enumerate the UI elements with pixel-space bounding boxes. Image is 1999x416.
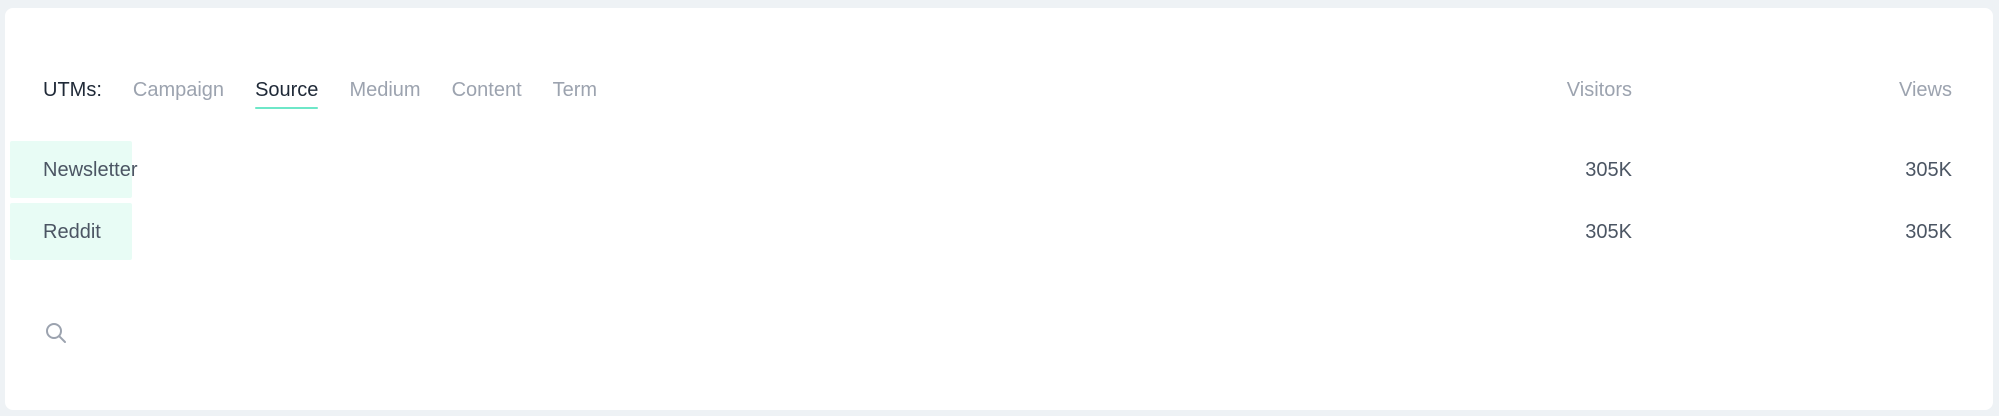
visitors-column-header: Visitors [1566,79,1632,101]
utm-tabs: Campaign Source Medium Content Term [133,77,628,109]
utm-source-list: Newsletter 305K 305K Reddit 305K 305K [10,139,1952,263]
row-views: 305K [1905,159,1952,181]
list-item[interactable]: Newsletter 305K 305K [10,139,1952,201]
utm-panel: UTMs: Campaign Source Medium Content Ter… [5,8,1993,410]
utm-header: UTMs: Campaign Source Medium Content Ter… [43,70,1952,110]
tab-content[interactable]: Content [452,77,522,103]
search-button[interactable] [43,320,69,346]
tab-source[interactable]: Source [255,77,319,109]
utm-label: UTMs: [43,78,102,101]
list-item[interactable]: Reddit 305K 305K [10,201,1952,263]
tab-term[interactable]: Term [553,77,597,103]
row-visitors: 305K [1585,221,1632,243]
row-visitors: 305K [1585,159,1632,181]
tab-campaign[interactable]: Campaign [133,77,224,103]
row-name: Newsletter [43,159,138,181]
row-name: Reddit [43,221,101,243]
search-icon [46,323,66,343]
tab-medium[interactable]: Medium [349,77,420,103]
views-column-header: Views [1899,79,1952,101]
row-views: 305K [1905,221,1952,243]
